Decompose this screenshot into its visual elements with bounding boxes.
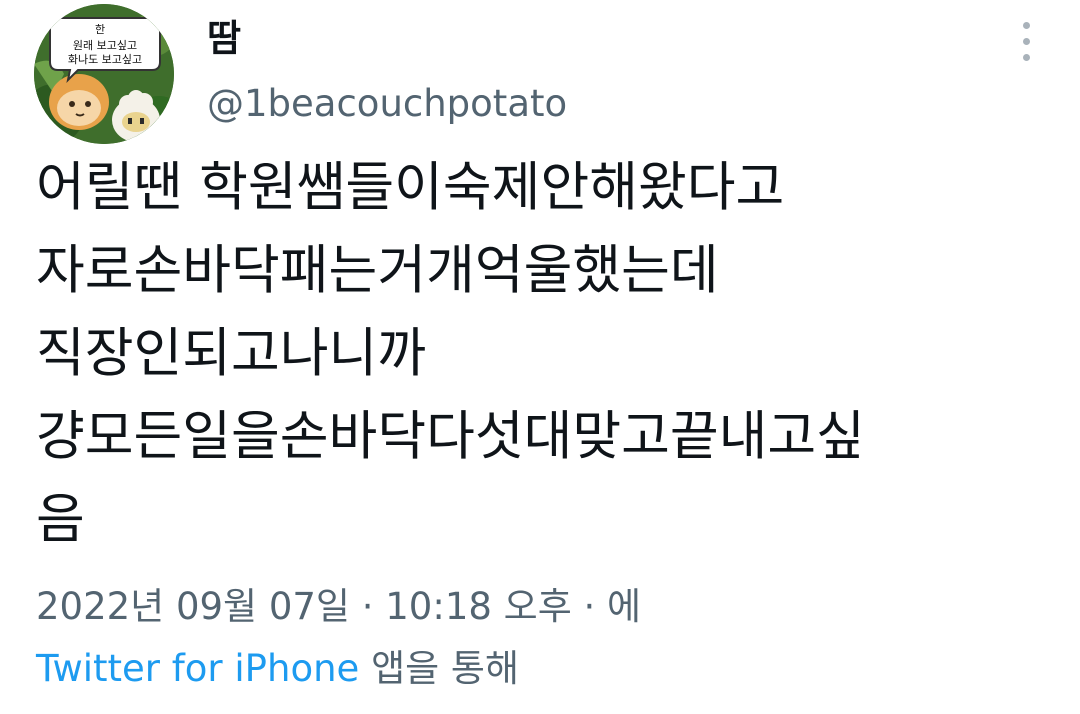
user-handle[interactable]: @1beacouchpotato: [207, 80, 567, 128]
tweet-text: 어릴땐 학원쌤들이숙제안해왔다고 자로손바닥패는거개억울했는데 직장인되고나니까…: [36, 146, 1056, 561]
meta-trailing: 에: [607, 585, 642, 628]
meta-separator: ·: [361, 585, 374, 628]
source-suffix: 앱을 통해: [359, 647, 519, 690]
avatar-image: 한 원래 보고싶고 화나도 보고싶고: [34, 4, 174, 144]
display-name[interactable]: 땀: [207, 16, 241, 62]
more-vertical-icon: [1023, 54, 1030, 61]
tweet-text-line: 어릴땐 학원쌤들이숙제안해왔다고: [36, 157, 785, 218]
avatar[interactable]: 한 원래 보고싶고 화나도 보고싶고: [34, 4, 174, 144]
tweet-date: 2022년 09월 07일: [36, 585, 350, 628]
tweet-text-line: 음: [36, 489, 85, 550]
meta-separator: ·: [583, 585, 596, 628]
avatar-bubble-line-3: 화나도 보고싶고: [68, 53, 142, 66]
tweet-time: 10:18 오후: [385, 585, 572, 628]
tweet-text-line: 걍모든일을손바닥다섯대맞고끝내고싶: [36, 406, 865, 467]
tweet-source: Twitter for iPhone 앱을 통해: [36, 645, 519, 693]
more-vertical-icon: [1023, 38, 1030, 45]
tweet-text-line: 직장인되고나니까: [36, 323, 427, 384]
tweet-detail: 한 원래 보고싶고 화나도 보고싶고 땀 @1beacouchpotato 어릴…: [0, 0, 1080, 714]
source-link[interactable]: Twitter for iPhone: [36, 647, 359, 690]
avatar-bubble-line-1: 한: [95, 23, 105, 36]
more-options-button[interactable]: [1004, 14, 1048, 70]
tweet-timestamp[interactable]: 2022년 09월 07일 · 10:18 오후 · 에: [36, 583, 641, 631]
tweet-text-line: 자로손바닥패는거개억울했는데: [36, 240, 719, 301]
more-vertical-icon: [1023, 22, 1030, 29]
avatar-bubble-line-2: 원래 보고싶고: [73, 39, 137, 52]
